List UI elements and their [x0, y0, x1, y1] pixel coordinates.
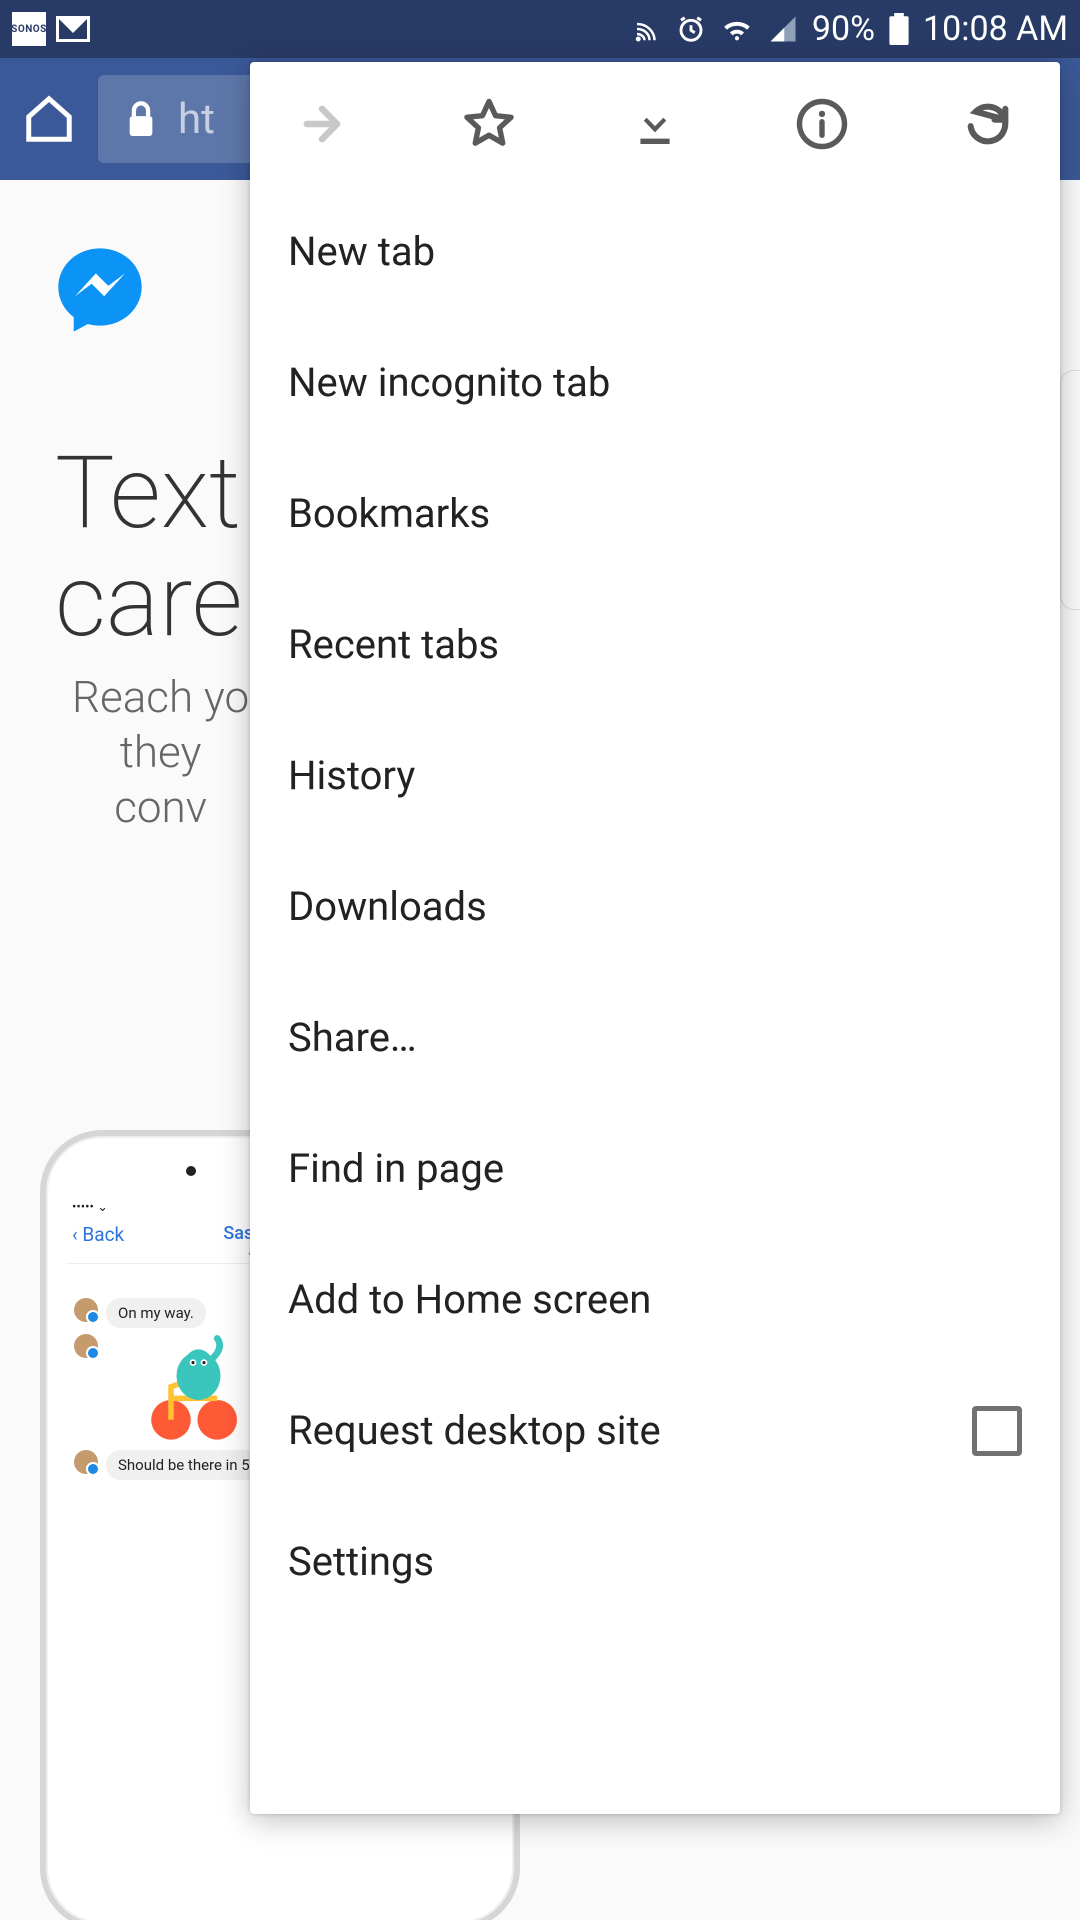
menu-item-add-to-home-screen[interactable]: Add to Home screen — [250, 1234, 1060, 1365]
menu-item-settings[interactable]: Settings — [250, 1496, 1060, 1627]
menu-item-share[interactable]: Share… — [250, 972, 1060, 1103]
forward-arrow-icon — [296, 98, 348, 150]
alarm-icon — [676, 14, 706, 44]
menu-item-new-tab[interactable]: New tab — [250, 186, 1060, 317]
refresh-button[interactable] — [960, 96, 1016, 152]
battery-icon — [889, 13, 909, 45]
menu-item-recent-tabs[interactable]: Recent tabs — [250, 579, 1060, 710]
info-icon — [795, 97, 849, 151]
url-text: ht — [178, 95, 215, 144]
gmail-notification-icon — [56, 16, 90, 42]
sticker-icon — [138, 1334, 248, 1444]
sonos-notification-icon: SONOS — [12, 12, 46, 46]
battery-percent: 90% — [812, 9, 875, 49]
bookmark-button[interactable] — [461, 96, 517, 152]
menu-item-downloads[interactable]: Downloads — [250, 841, 1060, 972]
scroll-indicator[interactable] — [1060, 370, 1080, 610]
clock: 10:08 AM — [923, 9, 1068, 49]
download-button[interactable] — [627, 96, 683, 152]
menu-item-history[interactable]: History — [250, 710, 1060, 841]
status-notifications: SONOS — [12, 12, 90, 46]
page-headline: Text care — [55, 440, 243, 656]
status-bar: SONOS 90% 10:08 AM — [0, 0, 1080, 58]
wifi-icon — [720, 14, 754, 44]
forward-button[interactable] — [294, 96, 350, 152]
desktop-site-checkbox[interactable] — [972, 1406, 1022, 1456]
menu-item-bookmarks[interactable]: Bookmarks — [250, 448, 1060, 579]
menu-item-find-in-page[interactable]: Find in page — [250, 1103, 1060, 1234]
menu-icon-row — [250, 62, 1060, 186]
download-icon — [630, 99, 680, 149]
cast-wifi-icon — [632, 14, 662, 44]
menu-item-new-incognito-tab[interactable]: New incognito tab — [250, 317, 1060, 448]
star-icon — [462, 97, 516, 151]
status-indicators: 90% 10:08 AM — [632, 9, 1068, 49]
info-button[interactable] — [794, 96, 850, 152]
cell-signal-icon — [768, 14, 798, 44]
page-subheading: Reach yo they conv — [72, 670, 249, 835]
refresh-icon — [962, 98, 1014, 150]
menu-item-request-desktop-site[interactable]: Request desktop site — [250, 1365, 1060, 1496]
lock-icon — [124, 99, 158, 139]
overflow-menu: New tab New incognito tab Bookmarks Rece… — [250, 62, 1060, 1814]
home-icon[interactable] — [22, 92, 76, 146]
messenger-logo-icon — [50, 240, 150, 340]
